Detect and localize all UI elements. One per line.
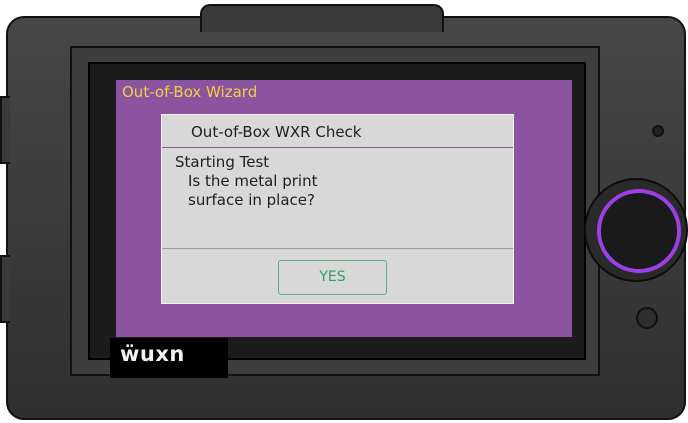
device-side-tab-lower bbox=[0, 255, 10, 323]
dialog-body-line: surface in place? bbox=[188, 191, 315, 209]
dialog-body-line: Starting Test bbox=[175, 153, 270, 171]
dialog-body-line: Is the metal print bbox=[188, 172, 318, 190]
wxr-check-dialog: Out-of-Box WXR Check Starting Test Is th… bbox=[161, 114, 514, 304]
dialog-body: Starting Test Is the metal print surface… bbox=[175, 153, 505, 210]
dialog-footer-divider bbox=[162, 248, 513, 249]
dialog-title-divider bbox=[162, 147, 513, 148]
rotary-knob-icon[interactable] bbox=[597, 189, 681, 273]
status-led-icon bbox=[652, 125, 664, 137]
circle-button-icon[interactable] bbox=[636, 307, 658, 329]
device-side-tab-upper bbox=[0, 96, 10, 164]
yes-button[interactable]: YES bbox=[278, 260, 387, 295]
brand-logo: ẅuxn bbox=[120, 342, 185, 366]
wizard-title: Out-of-Box Wizard bbox=[122, 83, 258, 101]
device-top-ridge bbox=[200, 4, 444, 32]
dialog-title: Out-of-Box WXR Check bbox=[191, 123, 362, 141]
